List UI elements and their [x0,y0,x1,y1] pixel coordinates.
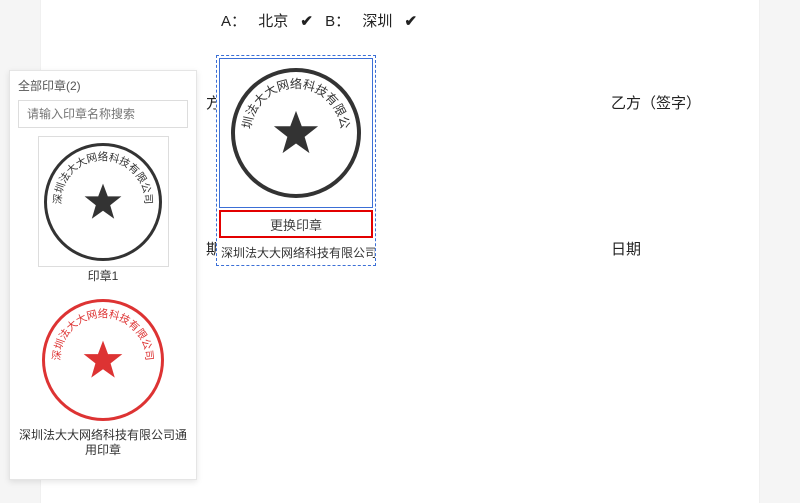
check-icon: ✔ [300,13,313,30]
check-icon: ✔ [405,13,418,30]
placed-seal-caption: 深圳法大大网络科技有限公司 [217,240,375,265]
seal-picker-panel: 全部印章(2) 深圳法大大网络科技有限公司 印章1 深圳法大大网络科技有限公司 [9,70,197,480]
seal-list-item[interactable]: 深圳法大大网络科技有限公司 深圳法大大网络科技有限公司通用印章 [18,295,188,459]
seal-thumb[interactable]: 深圳法大大网络科技有限公司 [38,295,169,426]
seal-item-label: 深圳法大大网络科技有限公司通用印章 [18,428,188,459]
choice-b-label: B： [325,13,350,30]
panel-title: 全部印章(2) [18,77,188,94]
placed-seal-widget[interactable]: 深圳法大大网络科技有限公司 更换印章 深圳法大大网络科技有限公司 [216,55,376,266]
seal-stamp-icon: 深圳法大大网络科技有限公司 [44,143,162,261]
seal-stamp-icon: 深圳法大大网络科技有限公司 [231,68,361,198]
choice-a-value: 北京 [258,13,288,30]
seal-stamp-icon: 深圳法大大网络科技有限公司 [42,299,164,421]
svg-text:深圳法大大网络科技有限公司: 深圳法大大网络科技有限公司 [235,72,352,130]
date-b-label: 日期 [611,238,641,259]
svg-text:深圳法大大网络科技有限公司: 深圳法大大网络科技有限公司 [51,307,154,361]
seal-item-label: 印章1 [18,269,188,285]
seal-list-item[interactable]: 深圳法大大网络科技有限公司 印章1 [18,136,188,285]
change-seal-label: 更换印章 [270,215,322,234]
party-b-label: 乙方（签字） [611,92,701,113]
svg-text:深圳法大大网络科技有限公司: 深圳法大大网络科技有限公司 [52,150,153,204]
seal-search-input[interactable] [18,100,188,128]
choice-row: A： 北京 ✔ B： 深圳 ✔ [221,10,759,31]
seal-thumb[interactable]: 深圳法大大网络科技有限公司 [38,136,169,267]
choice-b-value: 深圳 [362,13,392,30]
choice-a-label: A： [221,13,246,30]
change-seal-button[interactable]: 更换印章 [219,210,373,238]
placed-seal-image[interactable]: 深圳法大大网络科技有限公司 [219,58,373,208]
